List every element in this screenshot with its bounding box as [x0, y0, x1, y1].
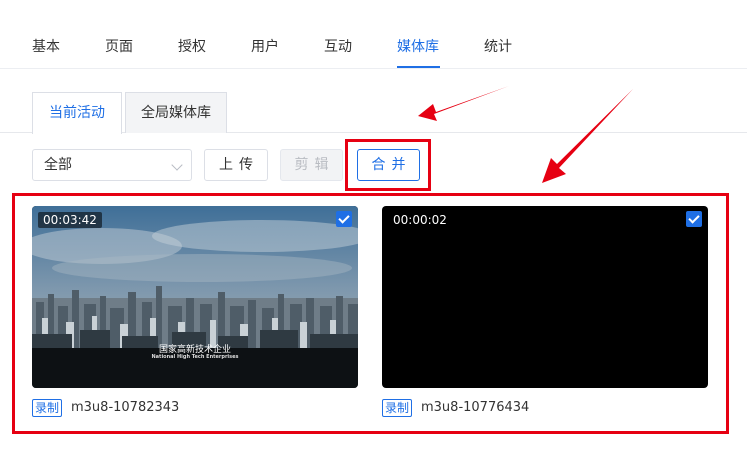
annotation-arrows [418, 86, 633, 183]
